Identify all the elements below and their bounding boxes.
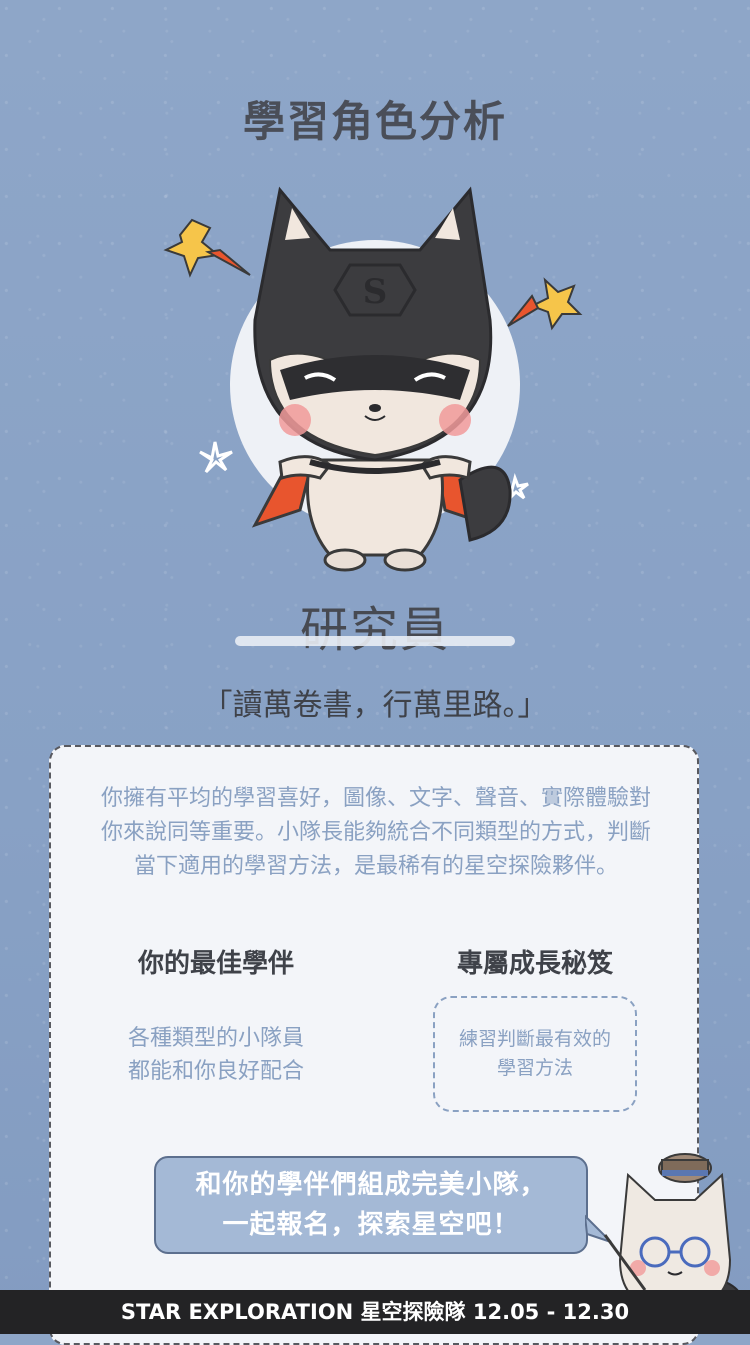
footer-bar: STAR EXPLORATION 星空探險隊 12.05 - 12.30 [0, 1290, 750, 1334]
best-partner-line: 各種類型的小隊員 [127, 1026, 304, 1051]
growth-secret-text: 練習判斷最有效的 學習方法 [445, 1025, 625, 1083]
role-quote: 「讀萬卷書，行萬里路。」 [202, 688, 548, 723]
call-to-action-line: 和你的學伴們組成完美小隊， [195, 1170, 547, 1200]
growth-secret-line: 學習方法 [496, 1057, 573, 1079]
call-to-action-line: 一起報名，探索星空吧！ [222, 1210, 520, 1240]
call-to-action-text: 和你的學伴們組成完美小隊， 一起報名，探索星空吧！ [195, 1165, 546, 1245]
star-icon [507, 277, 583, 331]
superhero-shiba-mascot: S [163, 186, 583, 572]
role-description: 你擁有平均的學習喜好，圖像、文字、聲音、實際體驗對你來說同等重要。小隊長能夠統合… [100, 786, 651, 879]
role-underline [235, 636, 515, 646]
emblem-letter: S [363, 272, 388, 312]
call-to-action-bubble[interactable]: 和你的學伴們組成完美小隊， 一起報名，探索星空吧！ [154, 1156, 588, 1254]
growth-secret-line: 練習判斷最有效的 [458, 1028, 611, 1050]
best-partner-text: 各種類型的小隊員 都能和你良好配合 [66, 1022, 366, 1088]
growth-secret-title: 專屬成長秘笈 [456, 949, 613, 979]
page-title: 學習角色分析 [242, 97, 507, 146]
role-name: 研究員 [299, 602, 450, 658]
best-partner-line: 都能和你良好配合 [127, 1059, 304, 1084]
star-icon [163, 218, 251, 278]
best-partner-title: 你的最佳學伴 [137, 949, 294, 979]
growth-secret-box: 練習判斷最有效的 學習方法 [433, 996, 637, 1112]
